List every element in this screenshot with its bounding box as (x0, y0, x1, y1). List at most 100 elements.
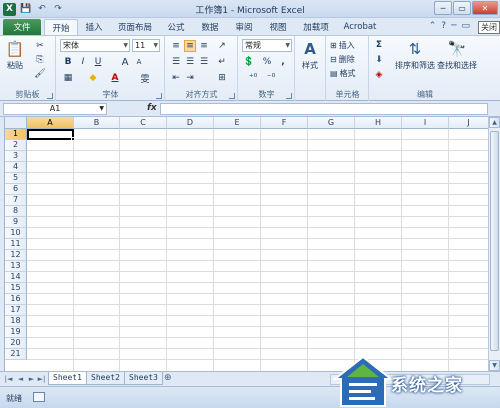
number-launcher[interactable] (286, 93, 292, 99)
tab-page-layout[interactable]: 页面布局 (112, 19, 158, 35)
scroll-down-icon[interactable]: ▼ (489, 360, 500, 371)
next-sheet-icon[interactable]: ► (27, 374, 36, 384)
last-sheet-icon[interactable]: ►| (37, 374, 46, 384)
decrease-indent-icon[interactable]: ⇤ (170, 72, 182, 84)
tab-addins[interactable]: 加载项 (298, 19, 334, 35)
active-cell-a1[interactable] (27, 129, 75, 141)
column-header-f[interactable]: F (261, 117, 308, 129)
row-header-10[interactable]: 10 (5, 228, 27, 239)
insert-cells-button[interactable]: ⊞ 插入 (330, 39, 355, 51)
clear-icon[interactable]: ◈ (373, 69, 385, 81)
minimize-ribbon-icon[interactable]: ⌃ (429, 21, 437, 31)
increase-decimal-icon[interactable]: ⁺⁰ (247, 72, 259, 84)
row-header-20[interactable]: 20 (5, 338, 27, 349)
minimize-button[interactable]: ─ (434, 1, 452, 15)
horizontal-scrollbar[interactable] (330, 374, 490, 385)
font-color-button[interactable]: A (109, 72, 121, 84)
column-header-c[interactable]: C (120, 117, 167, 129)
sort-filter-button[interactable]: ⇅ 排序和筛选 (394, 38, 436, 71)
wrap-text-icon[interactable]: ↵ (216, 56, 228, 68)
border-icon[interactable]: ▦ (62, 72, 74, 84)
row-header-8[interactable]: 8 (5, 206, 27, 217)
restore-button[interactable]: ▭ (453, 1, 471, 15)
increase-indent-icon[interactable]: ⇥ (184, 72, 196, 84)
align-left-icon[interactable]: ☰ (170, 56, 182, 68)
tab-view[interactable]: 视图 (264, 19, 292, 35)
row-header-15[interactable]: 15 (5, 283, 27, 294)
column-header-j[interactable]: J (449, 117, 488, 129)
italic-button[interactable]: I (77, 56, 89, 68)
percent-button[interactable]: % (261, 56, 273, 68)
row-header-4[interactable]: 4 (5, 162, 27, 173)
help-icon[interactable]: ? (441, 21, 446, 31)
tab-home[interactable]: 开始 (44, 19, 78, 35)
row-header-17[interactable]: 17 (5, 305, 27, 316)
paste-button[interactable]: 📋 粘贴 (4, 38, 26, 71)
format-cells-button[interactable]: ▤ 格式 (330, 67, 356, 79)
align-top-icon[interactable]: ≡ (170, 40, 182, 52)
row-header-3[interactable]: 3 (5, 151, 27, 162)
alignment-launcher[interactable] (229, 93, 235, 99)
row-header-14[interactable]: 14 (5, 272, 27, 283)
insert-function-button[interactable]: fx (147, 103, 157, 113)
column-header-i[interactable]: I (402, 117, 449, 129)
shrink-font-button[interactable]: A (133, 56, 145, 68)
fill-handle[interactable] (71, 137, 75, 141)
row-header-1[interactable]: 1 (5, 129, 27, 140)
grow-font-button[interactable]: A (119, 56, 131, 68)
cut-icon[interactable]: ✂ (34, 40, 46, 52)
row-header-19[interactable]: 19 (5, 327, 27, 338)
clipboard-launcher[interactable] (47, 93, 53, 99)
fill-icon[interactable]: ⬇ (373, 54, 385, 66)
prev-sheet-icon[interactable]: ◄ (16, 374, 25, 384)
tab-formulas[interactable]: 公式 (162, 19, 190, 35)
underline-button[interactable]: U (92, 56, 104, 68)
row-header-5[interactable]: 5 (5, 173, 27, 184)
align-right-icon[interactable]: ☰ (198, 56, 210, 68)
column-header-a[interactable]: A (27, 117, 74, 129)
sheet-tab-sheet2[interactable]: Sheet2 (86, 372, 125, 385)
window-min-icon[interactable]: ─ (451, 21, 456, 31)
row-header-7[interactable]: 7 (5, 195, 27, 206)
bold-button[interactable]: B (62, 56, 74, 68)
find-select-button[interactable]: 🔭 查找和选择 (436, 38, 478, 71)
row-header-12[interactable]: 12 (5, 250, 27, 261)
tab-data[interactable]: 数据 (196, 19, 224, 35)
column-header-e[interactable]: E (214, 117, 261, 129)
column-header-g[interactable]: G (308, 117, 355, 129)
column-header-b[interactable]: B (74, 117, 120, 129)
column-header-d[interactable]: D (167, 117, 214, 129)
row-header-21[interactable]: 21 (5, 349, 27, 360)
styles-button[interactable]: A 样式 (299, 38, 321, 71)
number-format-select[interactable]: 常规 ▼ (242, 39, 292, 52)
tab-acrobat[interactable]: Acrobat (340, 19, 380, 35)
decrease-decimal-icon[interactable]: ⁻⁰ (265, 72, 277, 84)
font-launcher[interactable] (156, 93, 162, 99)
row-header-2[interactable]: 2 (5, 140, 27, 151)
sheet-tab-sheet1[interactable]: Sheet1 (48, 372, 87, 385)
worksheet-grid[interactable]: A B C D E F G H I J 1 2 3 4 5 6 7 8 9 10 11 12 13 14 15 16 17 18 19 2… (4, 117, 488, 371)
scroll-up-icon[interactable]: ▲ (489, 117, 500, 128)
row-header-6[interactable]: 6 (5, 184, 27, 195)
column-header-h[interactable]: H (355, 117, 402, 129)
currency-icon[interactable]: 💲 (243, 56, 255, 68)
merge-center-icon[interactable]: ⊞ (216, 72, 228, 84)
row-header-11[interactable]: 11 (5, 239, 27, 250)
font-name-select[interactable]: 宋体 ▼ (60, 39, 130, 52)
font-size-select[interactable]: 11 ▼ (132, 39, 160, 52)
formula-input[interactable] (160, 103, 488, 115)
row-header-16[interactable]: 16 (5, 294, 27, 305)
fill-color-icon[interactable]: ◆ (87, 72, 99, 84)
copy-icon[interactable]: ⎘ (34, 54, 46, 66)
name-box[interactable]: A1 ▼ (3, 103, 107, 115)
scroll-thumb[interactable] (490, 131, 499, 351)
tab-insert[interactable]: 插入 (80, 19, 108, 35)
delete-cells-button[interactable]: ⊟ 删除 (330, 53, 355, 65)
align-center-icon[interactable]: ☰ (184, 56, 196, 68)
insert-sheet-icon[interactable]: ⊕ (164, 373, 172, 383)
tab-review[interactable]: 审阅 (230, 19, 258, 35)
row-header-13[interactable]: 13 (5, 261, 27, 272)
macro-record-icon[interactable] (33, 392, 45, 402)
tab-file[interactable]: 文件 (3, 19, 41, 35)
align-middle-icon[interactable]: ≡ (184, 40, 196, 52)
